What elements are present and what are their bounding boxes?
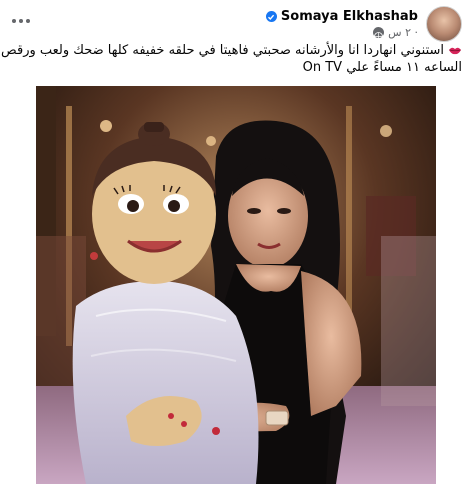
author-block: Somaya Elkhashab ٢ س · — [265, 9, 418, 41]
more-options-dot — [26, 19, 30, 23]
globe-icon[interactable] — [373, 27, 385, 41]
post-header: Somaya Elkhashab ٢ س · — [265, 6, 462, 42]
post-photo[interactable] — [36, 86, 436, 484]
photo-illustration — [36, 86, 436, 484]
post-caption: استنوني انهاردا انا والأرشانه صحبتي فاهي… — [1, 42, 462, 76]
lips-emoji-icon — [449, 47, 461, 55]
more-options-button[interactable] — [8, 10, 34, 32]
post-timestamp[interactable]: ٢ س · — [388, 26, 418, 39]
author-name[interactable]: Somaya Elkhashab — [281, 9, 418, 24]
more-options-icon — [12, 19, 16, 23]
more-options-dot — [19, 19, 23, 23]
caption-line-1: استنوني انهاردا انا والأرشانه صحبتي فاهي… — [1, 42, 462, 59]
caption-text-1: استنوني انهاردا انا والأرشانه صحبتي فاهي… — [1, 43, 444, 58]
verified-badge-icon — [265, 11, 277, 22]
author-line: Somaya Elkhashab — [265, 9, 418, 24]
caption-line-2: الساعه ١١ مساءً علي On TV — [302, 60, 462, 75]
author-avatar[interactable] — [426, 6, 462, 42]
post-meta: ٢ س · — [266, 26, 418, 41]
facebook-post: Somaya Elkhashab ٢ س · استنوني انهاردا ا… — [0, 0, 472, 486]
